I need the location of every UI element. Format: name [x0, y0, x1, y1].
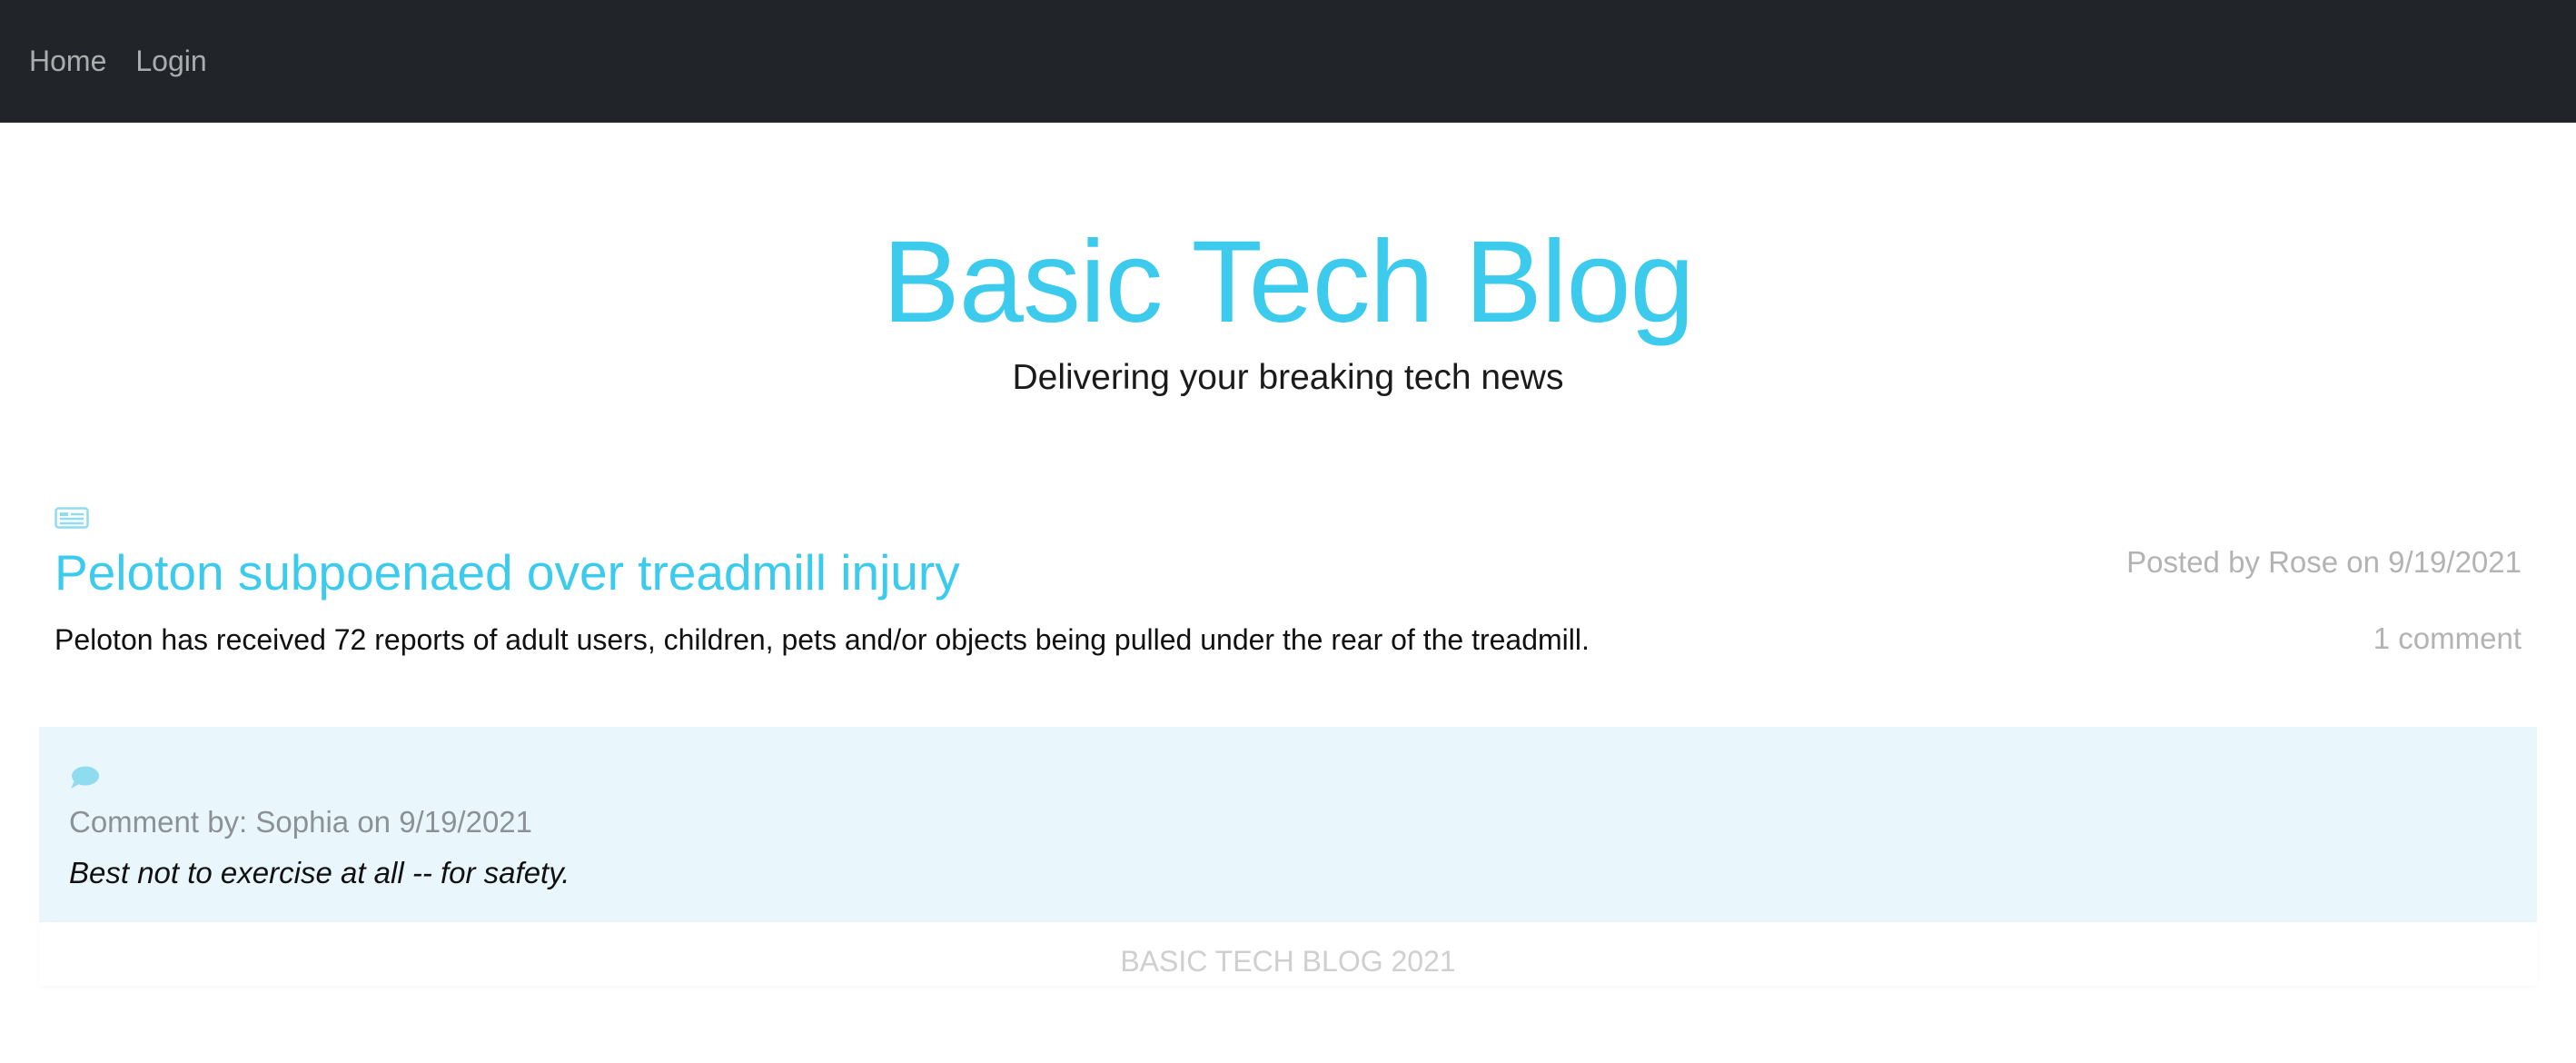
speech-bubble-icon	[71, 766, 99, 789]
comment-text: Best not to exercise at all -- for safet…	[69, 856, 570, 889]
top-navbar: Home Login	[0, 0, 2576, 123]
post-card: Peloton subpoenaed over treadmill injury…	[54, 507, 2522, 680]
comment-card: Comment by: Sophia on 9/19/2021 Best not…	[39, 727, 2537, 922]
post-meta: Posted by Rose on 9/19/2021	[2126, 545, 2522, 580]
newspaper-icon	[54, 507, 89, 529]
comment-meta: Comment by: Sophia on 9/19/2021	[69, 805, 533, 839]
post-title-link[interactable]: Peloton subpoenaed over treadmill injury	[54, 543, 960, 601]
post-comment-count-link[interactable]: 1 comment	[2373, 621, 2522, 656]
blog-title: Basic Tech Blog	[882, 217, 1694, 347]
hero-section: Basic Tech Blog Delivering your breaking…	[0, 123, 2576, 398]
page-footer: BASIC TECH BLOG 2021	[39, 922, 2537, 986]
nav-login-link[interactable]: Login	[135, 45, 206, 78]
blog-subtitle: Delivering your breaking tech news	[1012, 358, 1564, 398]
post-body: Peloton has received 72 reports of adult…	[54, 623, 1590, 657]
nav-home-link[interactable]: Home	[29, 45, 106, 78]
